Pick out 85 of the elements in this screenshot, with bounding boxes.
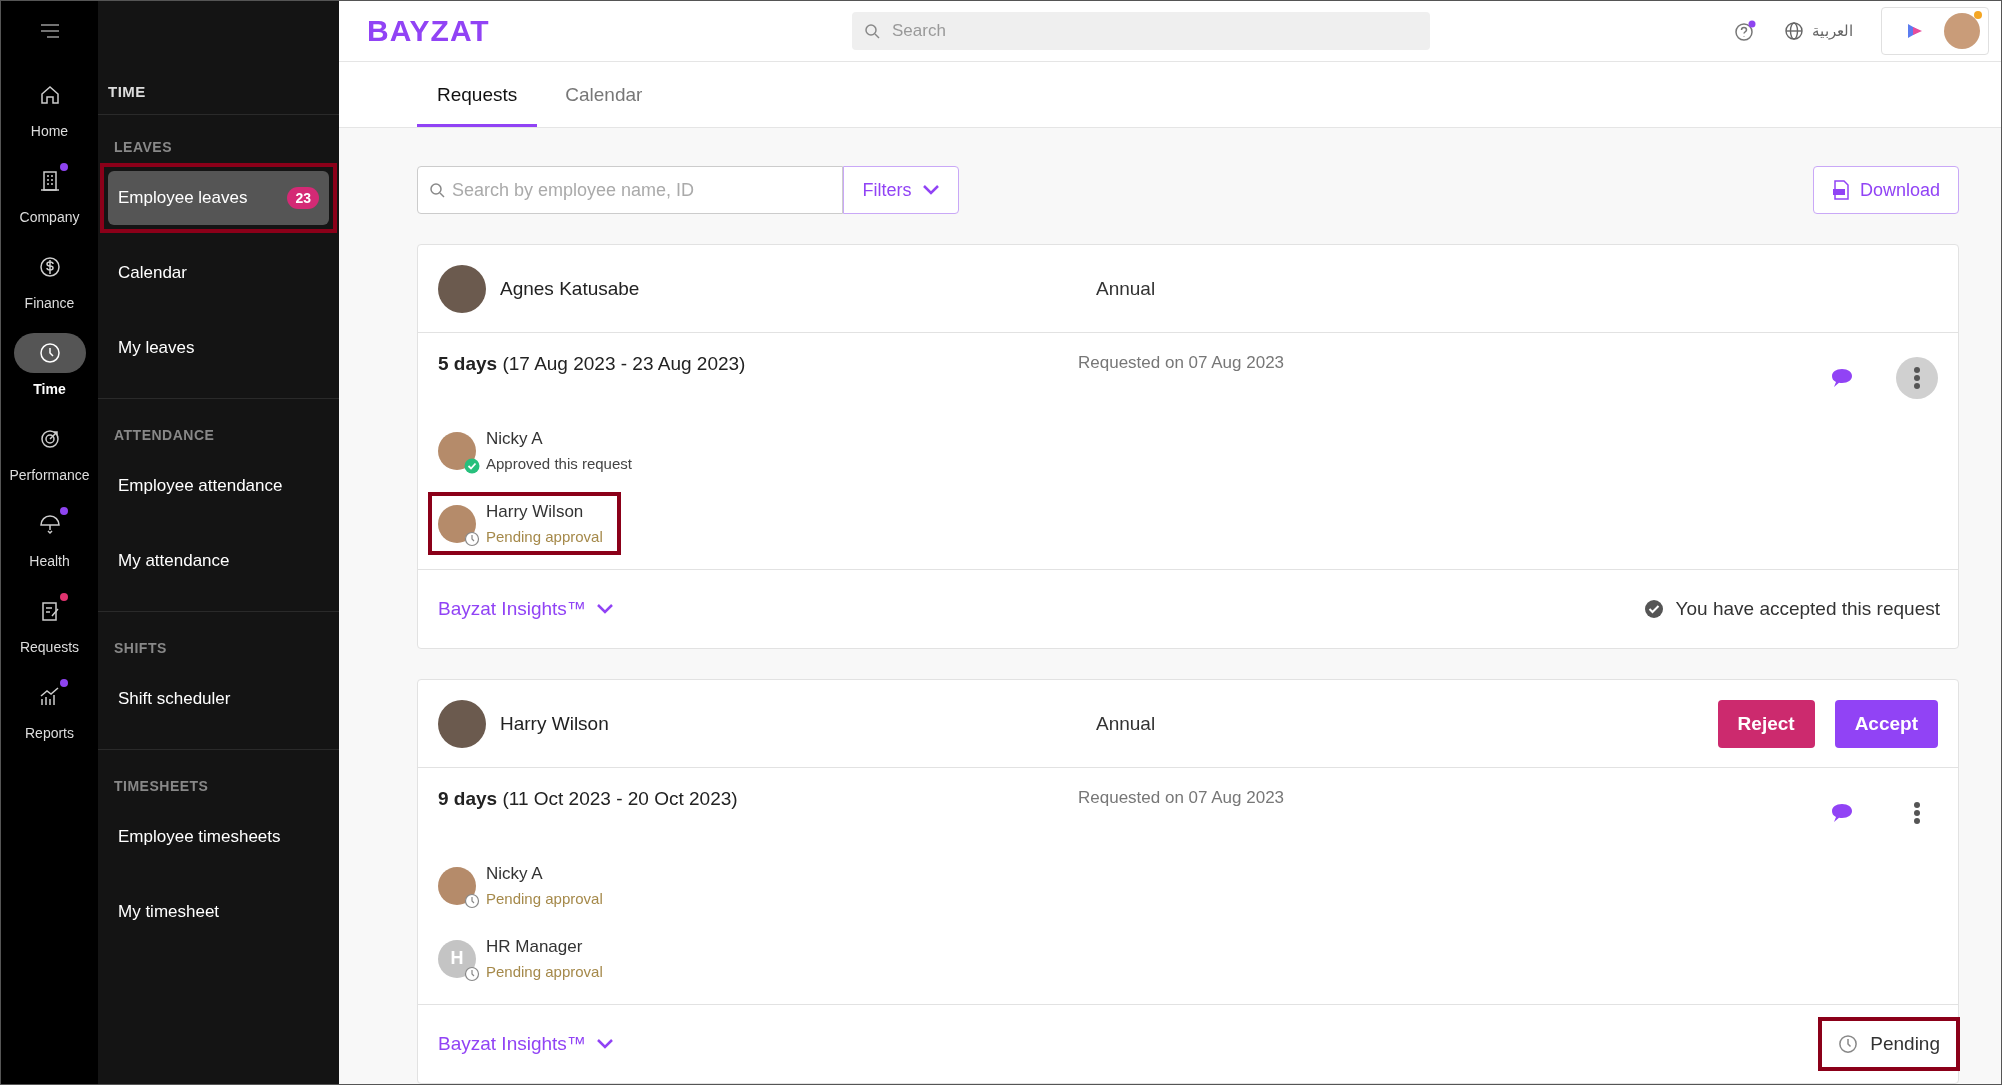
avatar — [438, 699, 486, 748]
help-icon[interactable] — [1734, 19, 1756, 42]
clock-icon — [464, 892, 480, 909]
language-link[interactable]: العربية — [1784, 20, 1853, 41]
nav-label: Home — [30, 123, 69, 139]
spreadsheet-icon — [1831, 180, 1850, 200]
check-icon — [1643, 599, 1664, 619]
count-badge: 23 — [287, 187, 319, 209]
nav-label: Company — [19, 209, 80, 225]
request-date: Requested on 07 Aug 2023 — [1078, 788, 1285, 808]
more-button[interactable] — [1896, 357, 1938, 399]
nav-label: Performance — [9, 467, 90, 483]
request-date: Requested on 07 Aug 2023 — [1078, 353, 1285, 373]
download-button[interactable]: Download — [1812, 166, 1959, 214]
approval-status: Pending approval — [486, 963, 603, 980]
nav-item[interactable]: Company — [1, 161, 98, 225]
sidebar-item[interactable]: Employee leaves 23 — [108, 171, 329, 225]
employee-name: Harry Wilson — [500, 712, 610, 735]
nav-item[interactable]: Requests — [1, 591, 98, 655]
chevron-down-icon — [921, 184, 940, 196]
nav-label: Reports — [25, 725, 74, 741]
nav-label: Health — [29, 553, 70, 569]
insights-link[interactable]: Bayzat Insights™ — [438, 1033, 614, 1055]
more-icon — [1913, 801, 1921, 825]
avatar: H — [438, 939, 476, 978]
clock-icon — [464, 530, 480, 547]
approval-status: Pending approval — [486, 890, 603, 907]
comment-icon[interactable] — [1830, 367, 1854, 389]
avatar — [438, 264, 486, 313]
request-status: You have accepted this request — [1675, 598, 1940, 620]
logo[interactable]: BAYZAT — [367, 13, 852, 48]
chevron-down-icon — [595, 603, 614, 615]
group-label: ATTENDANCE — [113, 426, 216, 445]
sidebar-item[interactable]: My leaves — [108, 321, 329, 375]
request-status: Pending — [1870, 1033, 1940, 1055]
comment-icon[interactable] — [1830, 802, 1854, 824]
group-label: TIMESHEETS — [113, 777, 210, 796]
leave-type: Annual — [1096, 712, 1156, 735]
leave-type: Annual — [1096, 277, 1156, 300]
leave-duration: 5 days (17 Aug 2023 - 23 Aug 2023) — [438, 353, 747, 375]
nav-item[interactable]: Finance — [1, 247, 98, 311]
nav-item[interactable]: Home — [1, 75, 98, 139]
sidebar-item[interactable]: Employee attendance — [108, 459, 329, 513]
approval-status: Approved this request — [486, 455, 632, 472]
status-dot — [1974, 10, 1982, 19]
filters-button[interactable]: Filters — [843, 166, 959, 214]
sidebar-item[interactable]: Calendar — [108, 246, 329, 300]
approver-name: Nicky A — [486, 864, 544, 884]
nav-label: Requests — [19, 639, 80, 655]
insights-link[interactable]: Bayzat Insights™ — [438, 598, 614, 620]
employee-name: Agnes Katusabe — [500, 277, 641, 300]
approver-name: Harry Wilson — [486, 502, 585, 522]
clock-icon — [37, 341, 62, 365]
umbrella-icon — [37, 513, 62, 537]
tab[interactable]: Requests — [417, 84, 538, 127]
sidebar-item[interactable]: My timesheet — [108, 885, 329, 939]
search-field[interactable]: Search by employee name, ID — [417, 166, 843, 214]
accept-button[interactable]: Accept — [1834, 699, 1938, 748]
approver-name: Nicky A — [486, 429, 544, 449]
nav-item[interactable]: Reports — [1, 677, 98, 741]
reject-button[interactable]: Reject — [1717, 699, 1815, 748]
nav-label: Finance — [24, 295, 75, 311]
sidebar-item[interactable]: Shift scheduler — [108, 672, 329, 726]
more-icon — [1913, 366, 1921, 390]
sidebar-item[interactable]: Employee timesheets — [108, 810, 329, 864]
approver-name: HR Manager — [486, 937, 584, 957]
nav-item[interactable]: Time — [1, 333, 98, 397]
nav-item[interactable]: Health — [1, 505, 98, 569]
menu-icon[interactable] — [38, 23, 61, 39]
clock-icon — [1838, 1034, 1859, 1054]
dollar-icon — [37, 255, 62, 279]
nav-label: Time — [33, 381, 66, 397]
clock-icon — [464, 965, 480, 982]
chevron-down-icon — [595, 1038, 614, 1050]
sidebar-item[interactable]: My attendance — [108, 534, 329, 588]
account-switcher[interactable] — [1881, 6, 1989, 55]
group-label: SHIFTS — [113, 639, 168, 658]
check-icon — [464, 457, 480, 474]
tab[interactable]: Calendar — [545, 84, 663, 127]
group-label: LEAVES — [113, 138, 173, 157]
approval-status: Pending approval — [486, 528, 603, 545]
globe-icon — [1784, 20, 1804, 41]
search-field[interactable]: Search — [852, 11, 1430, 50]
nav-item[interactable]: Performance — [1, 419, 98, 483]
leave-duration: 9 days (11 Oct 2023 - 20 Oct 2023) — [438, 788, 739, 810]
